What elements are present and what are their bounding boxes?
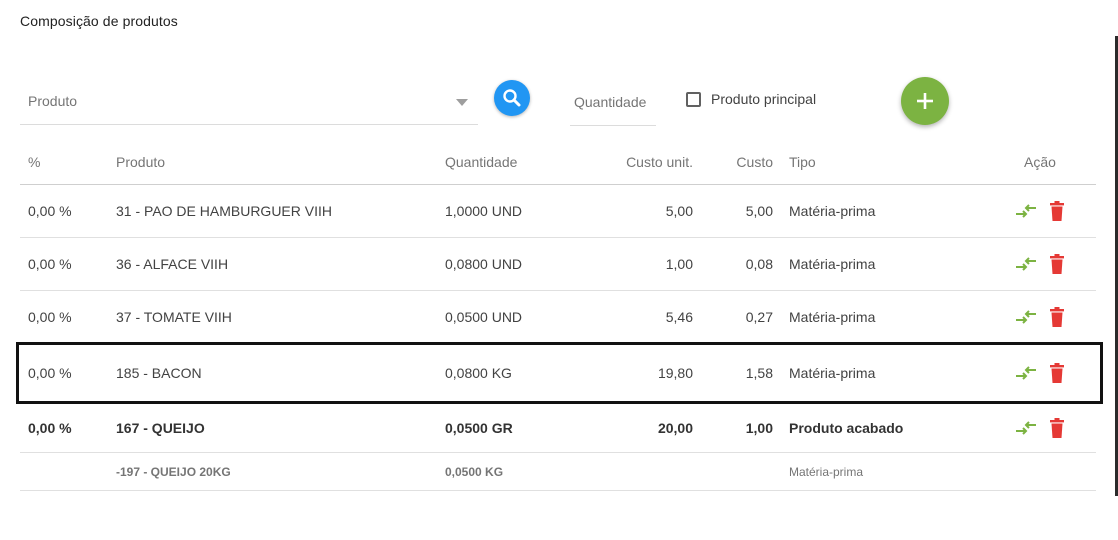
cell-cost: 0,08 [745, 256, 773, 272]
cell-percent: 0,00 % [28, 365, 72, 381]
swap-icon[interactable] [1015, 203, 1037, 219]
quantity-input-placeholder: Quantidade [574, 94, 647, 110]
header-action: Ação [1024, 154, 1056, 170]
header-cost: Custo [736, 154, 773, 170]
header-quantity: Quantidade [445, 154, 518, 170]
table-row: 0,00 % 36 - ALFACE VIIH 0,0800 UND 1,00 … [20, 238, 1096, 291]
swap-icon[interactable] [1015, 256, 1037, 272]
trash-icon[interactable] [1049, 417, 1065, 438]
header-unit-cost: Custo unit. [626, 154, 693, 170]
header-product: Produto [116, 154, 166, 170]
cell-unit-cost: 5,46 [665, 308, 693, 325]
cell-quantity: 0,0500 KG [445, 464, 504, 479]
cell-type: Matéria-prima [789, 256, 876, 272]
table-header: % Produto Quantidade Custo unit. Custo T… [20, 140, 1096, 185]
cell-percent: 0,00 % [28, 308, 72, 325]
swap-icon[interactable] [1015, 365, 1037, 381]
cell-cost: 5,00 [745, 203, 773, 219]
cell-product: 37 - TOMATE VIIH [116, 308, 232, 325]
product-select-placeholder: Produto [28, 93, 78, 109]
cell-cost: 1,58 [745, 365, 773, 381]
cell-quantity: 0,0500 GR [445, 419, 513, 436]
cell-type: Matéria-prima [789, 308, 876, 325]
cell-unit-cost: 5,00 [665, 203, 693, 219]
cell-quantity: 1,0000 UND [445, 203, 523, 219]
table-sub-row: -197 - QUEIJO 20KG 0,0500 KG Matéria-pri… [20, 453, 1096, 491]
cell-product: -197 - QUEIJO 20KG [116, 464, 231, 479]
cell-quantity: 0,0800 KG [445, 365, 512, 381]
cell-quantity: 0,0800 UND [445, 256, 523, 272]
header-type: Tipo [789, 154, 816, 170]
cell-percent: 0,00 % [28, 203, 72, 219]
cell-actions [1000, 185, 1080, 237]
swap-icon[interactable] [1015, 420, 1037, 436]
add-product-button[interactable] [901, 77, 949, 125]
cell-product: 185 - BACON [116, 365, 202, 381]
cell-quantity: 0,0500 UND [445, 308, 523, 325]
table-row: 0,00 % 167 - QUEIJO 0,0500 GR 20,00 1,00… [20, 403, 1096, 453]
table-row: 0,00 % 37 - TOMATE VIIH 0,0500 UND 5,46 … [20, 291, 1096, 343]
table-row-highlighted: 0,00 % 185 - BACON 0,0800 KG 19,80 1,58 … [16, 342, 1103, 404]
cell-product: 36 - ALFACE VIIH [116, 256, 229, 272]
section-title: Composição de produtos [20, 13, 178, 29]
quantity-input[interactable]: Quantidade [570, 80, 656, 126]
trash-icon[interactable] [1049, 363, 1065, 383]
cell-cost: 0,27 [745, 308, 773, 325]
cell-unit-cost: 19,80 [657, 365, 693, 381]
cell-actions [1000, 343, 1080, 403]
product-select[interactable]: Produto [20, 80, 478, 125]
trash-icon[interactable] [1049, 201, 1065, 221]
cell-percent: 0,00 % [28, 419, 72, 436]
cell-type: Matéria-prima [789, 464, 864, 479]
cell-type: Matéria-prima [789, 365, 876, 381]
chevron-down-icon[interactable] [456, 99, 468, 106]
main-product-toggle[interactable]: Produto principal [686, 91, 816, 107]
cell-percent: 0,00 % [28, 256, 72, 272]
cell-cost: 1,00 [745, 419, 773, 436]
cell-unit-cost: 20,00 [657, 419, 693, 436]
header-percent: % [28, 154, 41, 170]
main-product-label: Produto principal [711, 91, 817, 107]
composition-table: % Produto Quantidade Custo unit. Custo T… [16, 140, 1103, 491]
main-product-checkbox[interactable] [686, 91, 701, 107]
trash-icon[interactable] [1049, 306, 1065, 327]
search-button[interactable] [494, 80, 530, 116]
cell-product: 167 - QUEIJO [116, 419, 205, 436]
search-icon [503, 89, 521, 107]
trash-icon[interactable] [1049, 254, 1065, 274]
cell-type: Produto acabado [789, 419, 904, 436]
cell-unit-cost: 1,00 [665, 256, 693, 272]
swap-icon[interactable] [1015, 309, 1037, 325]
cell-actions [1000, 238, 1080, 290]
cell-type: Matéria-prima [789, 203, 876, 219]
cell-actions [1000, 291, 1080, 342]
cell-actions [1000, 403, 1080, 452]
cell-product: 31 - PAO DE HAMBURGUER VIIH [116, 203, 333, 219]
table-row: 0,00 % 31 - PAO DE HAMBURGUER VIIH 1,000… [20, 185, 1096, 238]
plus-icon [917, 93, 933, 109]
